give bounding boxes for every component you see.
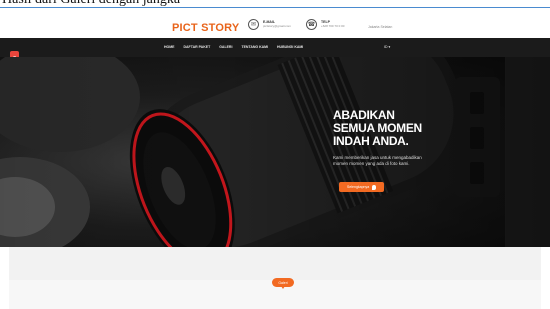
hero-heading-line-3: INDAH ANDA. [333, 134, 409, 148]
email-value[interactable]: pictstory@gmail.com [263, 24, 291, 28]
gallery-section: Galeri [0, 247, 550, 309]
language-dropdown[interactable]: ID ▾ [384, 45, 390, 49]
hero-description: Kami memberikan jasa untuk mengabadikan … [333, 155, 422, 166]
read-more-label: Selengkapnya [347, 185, 370, 189]
brand-logo[interactable]: PICT STORY [172, 22, 239, 34]
nav-item-tentang-kami[interactable]: TENTANG KAMI [241, 45, 268, 49]
hero-heading: ABADIKAN SEMUA MOMEN INDAH ANDA. [333, 109, 453, 148]
nav-links: HOME DAFTAR PAKET GALERI TENTANG KAMI HU… [164, 45, 303, 49]
nav-item-home[interactable]: HOME [164, 45, 175, 49]
mail-icon: ✉ [248, 19, 259, 30]
location-text: Jakarta Selatan [368, 25, 393, 29]
chat-icon [372, 184, 377, 190]
nav-item-galeri[interactable]: GALERI [219, 45, 232, 49]
contact-phone: ☎ TELP +628 700 70 0 00 [306, 19, 344, 30]
site-header: PICT STORY ✉ E-MAIL pictstory@gmail.com … [0, 8, 550, 38]
hero-overlay [0, 57, 550, 247]
read-more-button[interactable]: Selengkapnya [339, 182, 385, 192]
nav-item-daftar-paket[interactable]: DAFTAR PAKET [184, 45, 211, 49]
phone-value[interactable]: +628 700 70 0 00 [321, 24, 344, 28]
page: Hasil dari Galeri dengan jangka PICT STO… [0, 0, 550, 309]
phone-icon: ☎ [306, 19, 317, 30]
gallery-badge[interactable]: Galeri [272, 278, 294, 289]
contact-email: ✉ E-MAIL pictstory@gmail.com [248, 19, 291, 30]
main-nav: HOME DAFTAR PAKET GALERI TENTANG KAMI HU… [0, 38, 550, 57]
hero-banner: ABADIKAN SEMUA MOMEN INDAH ANDA. Kami me… [0, 57, 550, 247]
gallery-section-top [9, 247, 541, 280]
nav-item-hubungi-kami[interactable]: HUBUNGI KAMI [277, 45, 303, 49]
